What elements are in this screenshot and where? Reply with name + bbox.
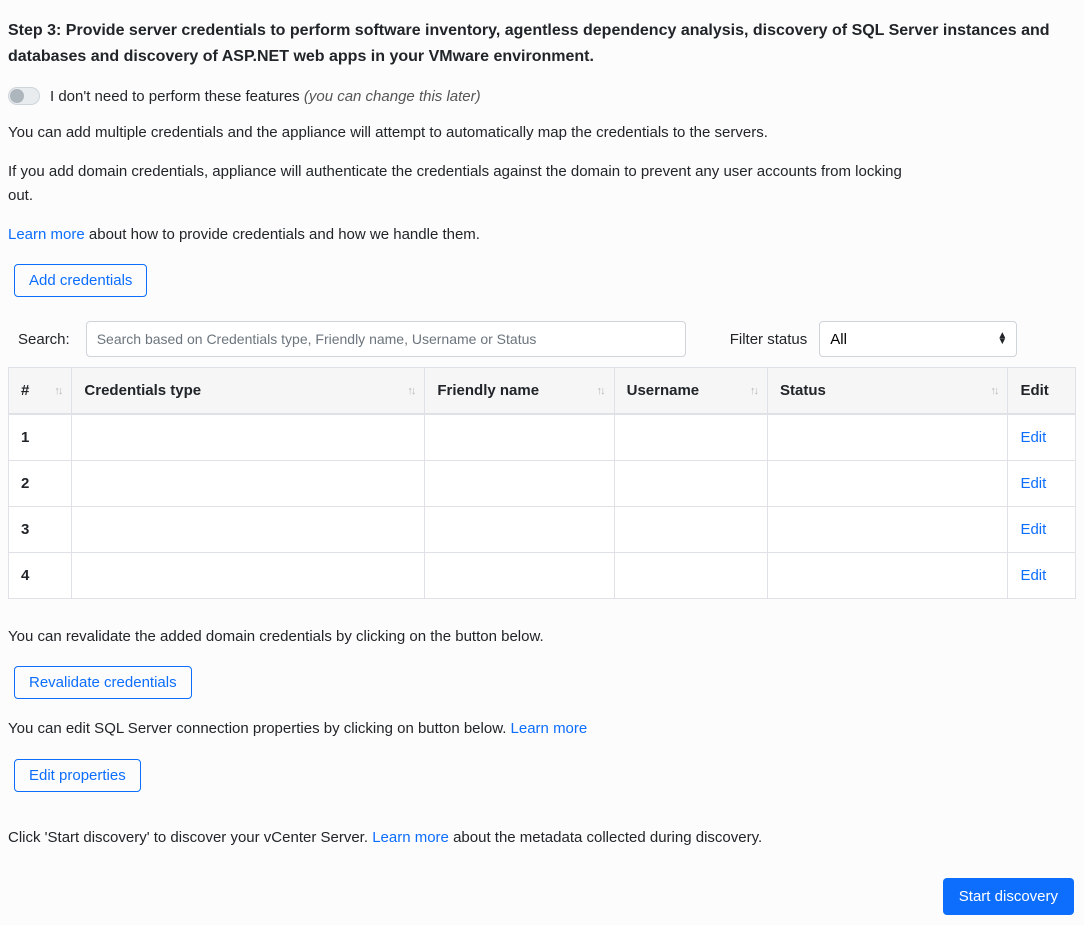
start-discovery-button[interactable]: Start discovery	[943, 878, 1074, 915]
learn-more-credentials-tail: about how to provide credentials and how…	[85, 226, 480, 243]
intro-paragraph-1: You can add multiple credentials and the…	[8, 121, 1076, 144]
discovery-text-pre: Click 'Start discovery' to discover your…	[8, 829, 372, 846]
edit-row-link[interactable]: Edit	[1020, 521, 1046, 538]
col-header-number-text: #	[21, 382, 29, 399]
learn-more-credentials-line: Learn more about how to provide credenti…	[8, 223, 1076, 246]
col-header-status-text: Status	[780, 382, 826, 399]
toggle-skip-features[interactable]	[8, 87, 40, 105]
cell-credentials-type	[72, 414, 425, 461]
search-filter-row: Search: Filter status All ▲▼	[18, 321, 1076, 357]
intro-paragraph-2: If you add domain credentials, appliance…	[8, 160, 928, 207]
edit-row-link[interactable]: Edit	[1020, 429, 1046, 446]
search-label: Search:	[18, 331, 70, 348]
sort-icon: ↑↓	[597, 385, 604, 397]
cell-status	[768, 553, 1008, 599]
sql-properties-text: You can edit SQL Server connection prope…	[8, 717, 1076, 740]
cell-friendly-name	[425, 553, 614, 599]
col-header-username[interactable]: Username ↑↓	[614, 368, 767, 415]
toggle-label-main: I don't need to perform these features	[50, 88, 304, 105]
filter-status-select[interactable]: All	[819, 321, 1017, 357]
col-header-type-text: Credentials type	[84, 382, 201, 399]
cell-friendly-name	[425, 414, 614, 461]
col-header-type[interactable]: Credentials type ↑↓	[72, 368, 425, 415]
cell-status	[768, 414, 1008, 461]
revalidate-credentials-button[interactable]: Revalidate credentials	[14, 666, 192, 699]
cell-row-number: 1	[9, 414, 72, 461]
cell-status	[768, 507, 1008, 553]
sort-icon: ↑↓	[750, 385, 757, 397]
col-header-edit-text: Edit	[1020, 382, 1048, 399]
col-header-friendly-name[interactable]: Friendly name ↑↓	[425, 368, 614, 415]
cell-friendly-name	[425, 461, 614, 507]
cell-credentials-type	[72, 461, 425, 507]
col-header-status[interactable]: Status ↑↓	[768, 368, 1008, 415]
col-header-user-text: Username	[627, 382, 700, 399]
credentials-table: # ↑↓ Credentials type ↑↓ Friendly name ↑…	[8, 367, 1076, 599]
table-row: 1 Edit	[9, 414, 1076, 461]
learn-more-credentials-link[interactable]: Learn more	[8, 226, 85, 243]
discovery-text: Click 'Start discovery' to discover your…	[8, 826, 1076, 849]
sort-icon: ↑↓	[54, 385, 61, 397]
toggle-label: I don't need to perform these features (…	[50, 88, 481, 105]
cell-row-number: 2	[9, 461, 72, 507]
cell-friendly-name	[425, 507, 614, 553]
cell-username	[614, 553, 767, 599]
add-credentials-button[interactable]: Add credentials	[14, 264, 147, 297]
filter-status-select-wrap: All ▲▼	[819, 321, 1017, 357]
cell-credentials-type	[72, 507, 425, 553]
col-header-edit: Edit	[1008, 368, 1076, 415]
edit-properties-button[interactable]: Edit properties	[14, 759, 141, 792]
discovery-text-post: about the metadata collected during disc…	[449, 829, 762, 846]
revalidate-text: You can revalidate the added domain cred…	[8, 625, 1076, 648]
sql-properties-text-pre: You can edit SQL Server connection prope…	[8, 720, 511, 737]
cell-username	[614, 461, 767, 507]
search-input[interactable]	[86, 321, 686, 357]
sort-icon: ↑↓	[990, 385, 997, 397]
cell-row-number: 4	[9, 553, 72, 599]
sort-icon: ↑↓	[407, 385, 414, 397]
cell-username	[614, 507, 767, 553]
toggle-label-hint: (you can change this later)	[304, 88, 481, 105]
edit-row-link[interactable]: Edit	[1020, 475, 1046, 492]
edit-row-link[interactable]: Edit	[1020, 567, 1046, 584]
filter-group: Filter status All ▲▼	[730, 321, 1018, 357]
toggle-knob	[10, 89, 24, 103]
cell-credentials-type	[72, 553, 425, 599]
table-header-row: # ↑↓ Credentials type ↑↓ Friendly name ↑…	[9, 368, 1076, 415]
discovery-learn-more-link[interactable]: Learn more	[372, 829, 449, 846]
cell-status	[768, 461, 1008, 507]
filter-status-label: Filter status	[730, 331, 808, 348]
table-row: 4 Edit	[9, 553, 1076, 599]
toggle-row: I don't need to perform these features (…	[8, 87, 1076, 105]
step-title: Step 3: Provide server credentials to pe…	[8, 18, 1076, 69]
table-row: 2 Edit	[9, 461, 1076, 507]
cell-row-number: 3	[9, 507, 72, 553]
col-header-number[interactable]: # ↑↓	[9, 368, 72, 415]
cell-username	[614, 414, 767, 461]
table-row: 3 Edit	[9, 507, 1076, 553]
sql-learn-more-link[interactable]: Learn more	[511, 720, 588, 737]
col-header-name-text: Friendly name	[437, 382, 539, 399]
